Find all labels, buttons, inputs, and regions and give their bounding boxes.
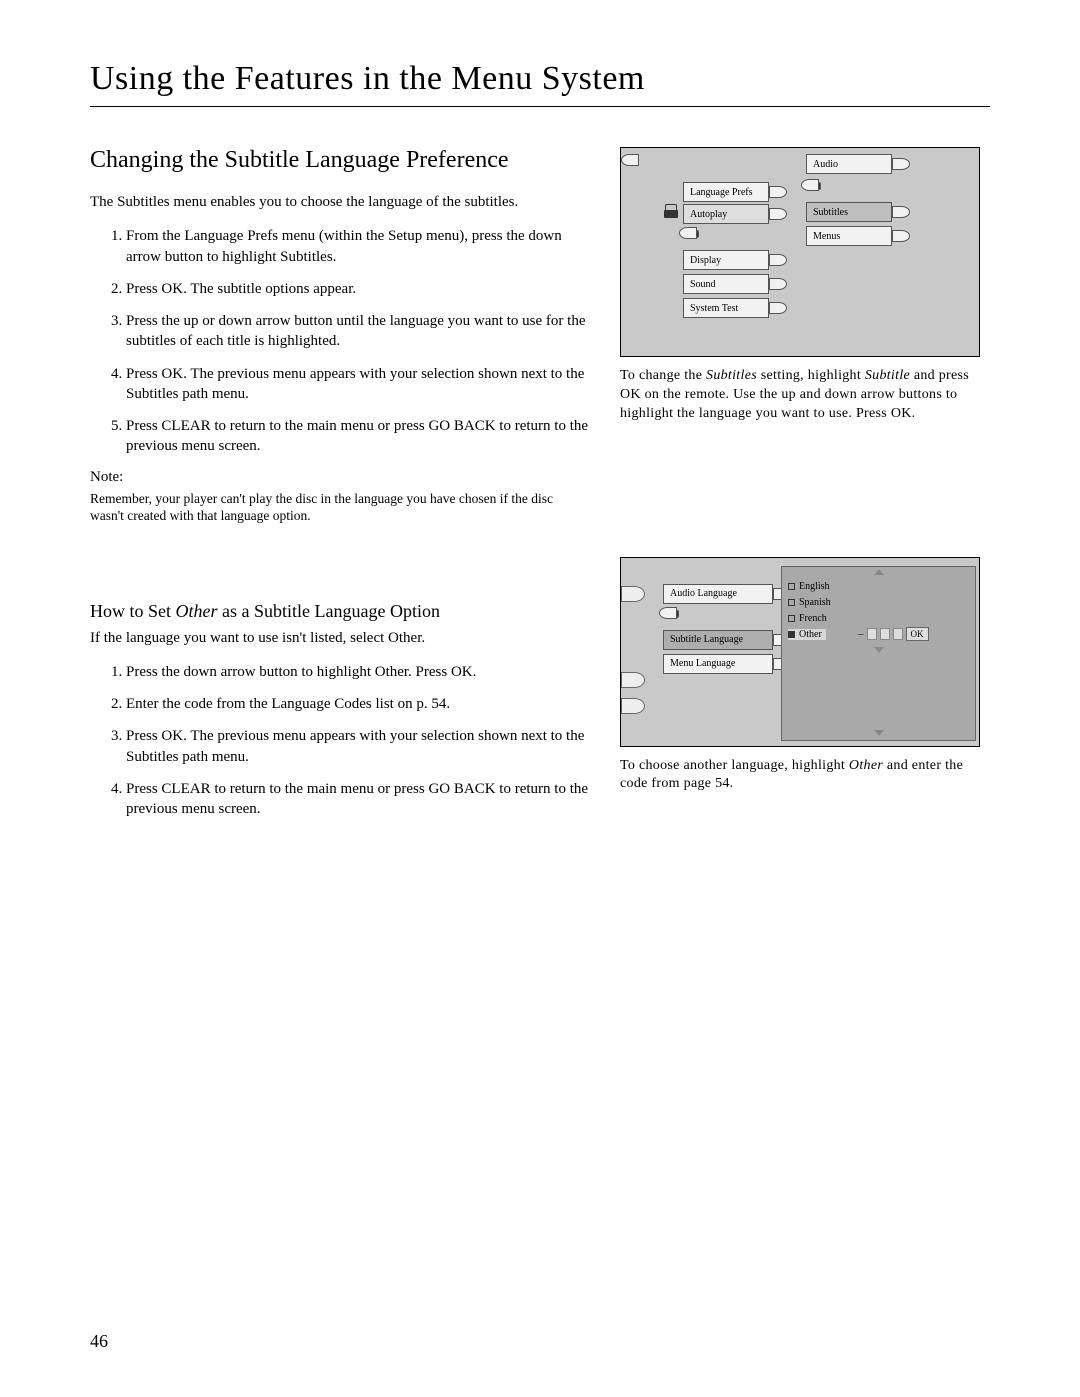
connector-icon	[801, 179, 819, 191]
connector-icon	[892, 230, 910, 242]
step: Enter the code from the Language Codes l…	[126, 694, 590, 714]
connector-icon	[769, 186, 787, 198]
figure-2: Audio Language Subtitle Language Menu La…	[620, 557, 980, 747]
options-panel: English Spanish French Other – OK	[781, 566, 976, 741]
connector-icon	[892, 158, 910, 170]
figure-2-caption: To choose another language, highlight Ot…	[620, 757, 980, 795]
menu-item-subtitle-language: Subtitle Language	[663, 630, 773, 650]
menu-item-autoplay: Autoplay	[683, 204, 769, 224]
connector-icon	[769, 278, 787, 290]
section-2-text: How to Set Other as a Subtitle Language …	[90, 555, 590, 832]
menu-item-audio-language: Audio Language	[663, 584, 773, 604]
connector-icon	[769, 302, 787, 314]
menu-item-display: Display	[683, 250, 769, 270]
title-rule	[90, 106, 990, 107]
arrow-down-icon	[874, 647, 884, 653]
connector-icon	[659, 607, 677, 619]
arrow-up-icon	[874, 569, 884, 575]
note-text: Remember, your player can't play the dis…	[90, 490, 590, 525]
section-2-figure-col: Audio Language Subtitle Language Menu La…	[620, 555, 980, 795]
connector-icon	[892, 206, 910, 218]
section-1-steps: From the Language Prefs menu (within the…	[90, 226, 590, 456]
menu-item-language-prefs: Language Prefs	[683, 182, 769, 202]
connector-icon	[769, 208, 787, 220]
connector-icon	[621, 154, 639, 166]
step: Press OK. The previous menu appears with…	[126, 726, 590, 767]
arrow-down-icon	[874, 730, 884, 736]
page-title: Using the Features in the Menu System	[90, 60, 990, 98]
step: Press CLEAR to return to the main menu o…	[126, 779, 590, 820]
section-1-figure-col: Language Prefs Autoplay Display Sound Sy…	[620, 147, 980, 424]
section-1-text: Changing the Subtitle Language Preferenc…	[90, 147, 590, 525]
section-1-row: Changing the Subtitle Language Preferenc…	[90, 147, 990, 525]
section-2-steps: Press the down arrow button to highlight…	[90, 662, 590, 820]
step: Press OK. The previous menu appears with…	[126, 364, 590, 405]
submenu-item-subtitles: Subtitles	[806, 202, 892, 222]
step: Press OK. The subtitle options appear.	[126, 279, 590, 299]
note-label: Note:	[90, 469, 590, 486]
step: Press the down arrow button to highlight…	[126, 662, 590, 682]
step: Press the up or down arrow button until …	[126, 311, 590, 352]
option-english: English	[788, 581, 830, 592]
section-2-row: How to Set Other as a Subtitle Language …	[90, 555, 990, 832]
ok-button: OK	[906, 627, 929, 641]
language-code-entry: – OK	[858, 627, 929, 641]
menu-item-menu-language: Menu Language	[663, 654, 773, 674]
lock-icon	[665, 204, 677, 218]
step: Press CLEAR to return to the main menu o…	[126, 416, 590, 457]
section-2-heading: How to Set Other as a Subtitle Language …	[90, 601, 590, 622]
option-other: Other	[788, 629, 826, 640]
figure-1-caption: To change the Subtitles setting, highlig…	[620, 367, 980, 424]
submenu-item-menus: Menus	[806, 226, 892, 246]
connector-icon	[679, 227, 697, 239]
figure-1: Language Prefs Autoplay Display Sound Sy…	[620, 147, 980, 357]
connector-icon	[769, 254, 787, 266]
page-number: 46	[90, 1331, 108, 1352]
menu-item-system-test: System Test	[683, 298, 769, 318]
section-1-intro: The Subtitles menu enables you to choose…	[90, 192, 590, 212]
option-french: French	[788, 613, 827, 624]
section-2-intro: If the language you want to use isn't li…	[90, 628, 590, 648]
menu-item-sound: Sound	[683, 274, 769, 294]
option-spanish: Spanish	[788, 597, 831, 608]
section-1-heading: Changing the Subtitle Language Preferenc…	[90, 147, 590, 174]
step: From the Language Prefs menu (within the…	[126, 226, 590, 267]
submenu-item-audio: Audio	[806, 154, 892, 174]
